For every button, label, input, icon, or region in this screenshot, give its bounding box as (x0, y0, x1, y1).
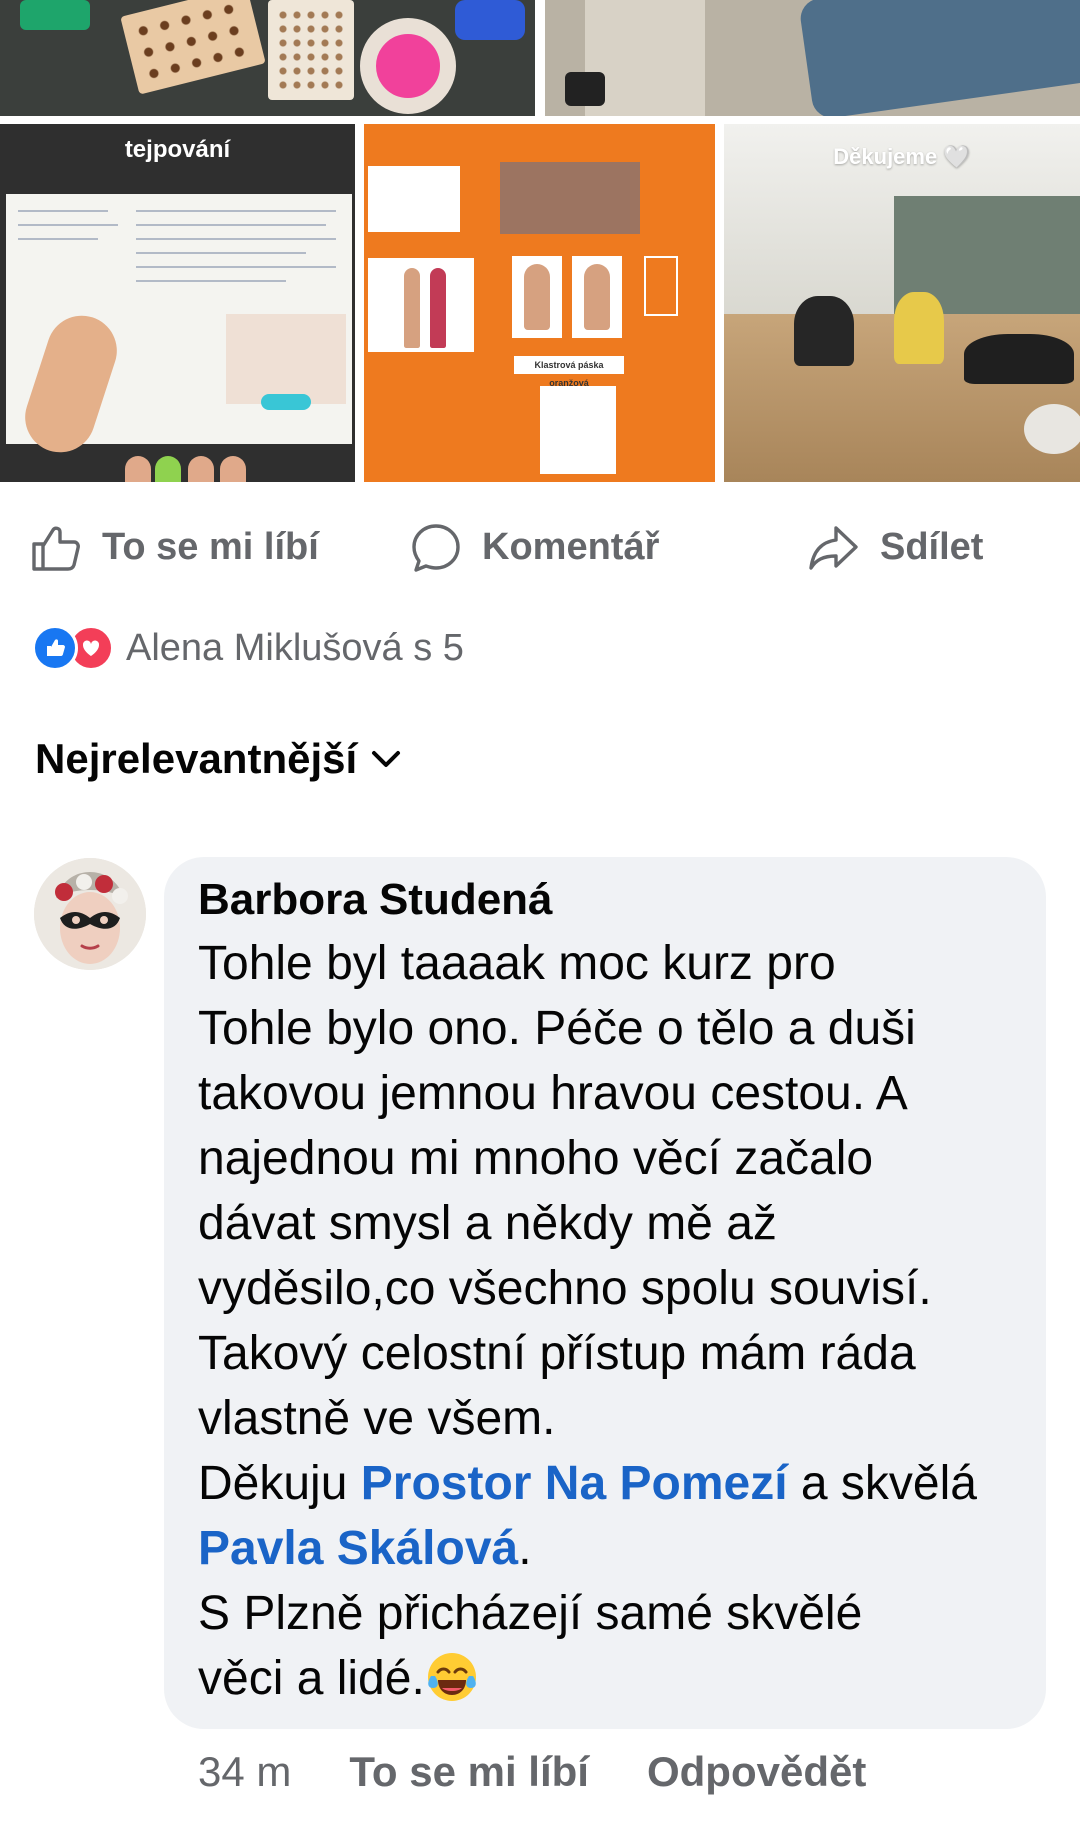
chevron-down-icon (372, 751, 401, 767)
comment-mention-line: Pavla Skálová. (198, 1516, 1012, 1581)
comment-author[interactable]: Barbora Studená (198, 873, 1012, 927)
klastr-label: Klastrová páska oranžová (514, 356, 624, 388)
comment-thanks-line: Děkuju Prostor Na Pomezí a skvělá (198, 1451, 1012, 1516)
share-arrow-icon (809, 525, 858, 570)
avatar-image (34, 858, 146, 970)
post-photo-workshop-room[interactable]: Děkujeme 🤍 (724, 124, 1080, 482)
participant-image (894, 292, 944, 364)
body-photo (226, 314, 346, 404)
like-button-label: To se mi líbí (102, 526, 319, 568)
post-photo-legs[interactable] (545, 0, 1080, 116)
comment-line: takovou jemnou hravou cestou. A (198, 1067, 908, 1120)
comment-line: Tohle byl taaaak moc kurz pro (198, 937, 836, 990)
reactions-summary[interactable]: Alena Miklušová s 5 (32, 620, 464, 676)
figure-outline-card (644, 256, 678, 316)
tape-sheet-image (120, 0, 266, 95)
body-diagram-card (368, 166, 460, 232)
mention-prostor-na-pomezi[interactable]: Prostor Na Pomezí (361, 1457, 788, 1510)
foot-drawing-card (540, 386, 616, 474)
sort-label: Nejrelevantnější (35, 735, 358, 782)
comment-line: S Plzně přicházejí samé skvělé (198, 1587, 863, 1640)
facebook-post: tejpování Klastrová páska oranžová Děkuj… (0, 0, 1080, 1847)
comment-button[interactable]: Komentář (408, 515, 659, 580)
comment-timestamp[interactable]: 34 m (198, 1748, 291, 1796)
comment-sort-dropdown[interactable]: Nejrelevantnější (35, 735, 405, 783)
participant-image (964, 334, 1074, 384)
pillow-image (1024, 404, 1080, 454)
comment-line: dávat smysl a někdy mě až (198, 1197, 777, 1250)
mention-pavla-skalova[interactable]: Pavla Skálová (198, 1522, 518, 1575)
mention-suffix: . (518, 1522, 532, 1575)
comment-last-line: věci a lidé. (198, 1646, 1012, 1711)
share-button-label: Sdílet (880, 526, 984, 568)
tape-roll-image (455, 0, 525, 40)
comment-line: najednou mi mnoho věcí začalo (198, 1132, 874, 1185)
photo-caption: Děkujeme 🤍 (833, 144, 971, 169)
like-button[interactable]: To se mi líbí (28, 515, 319, 580)
comment-line: vyděsilo,co všechno spolu souvisí. (198, 1262, 932, 1315)
poster-title: tejpování (124, 136, 231, 163)
post-photo-orange-board[interactable]: Klastrová páska oranžová (364, 124, 715, 482)
comment-bubble-icon (412, 523, 460, 572)
reactions-text: Alena Miklušová s 5 (126, 626, 464, 669)
massage-photo (500, 162, 640, 234)
back-photo-card (512, 256, 562, 338)
comment-line: Tohle bylo ono. Péče o tělo a duši (198, 1002, 916, 1055)
tape-roll-image (360, 18, 456, 114)
back-photo-card (572, 256, 622, 338)
face-with-tears-of-joy-icon (427, 1653, 476, 1701)
thanks-middle: a skvělá (787, 1457, 977, 1510)
comment-bubble: Barbora Studená Tohle byl taaaak moc kur… (164, 857, 1046, 1729)
comment-reply-button[interactable]: Odpovědět (647, 1748, 866, 1796)
comment-line: věci a lidé. (198, 1652, 425, 1705)
phone-image (565, 72, 605, 106)
worksheet-image (6, 194, 352, 462)
share-button[interactable]: Sdílet (806, 515, 983, 580)
tape-image (20, 0, 90, 30)
avatar[interactable] (34, 858, 146, 970)
jeans-image (798, 0, 1080, 116)
figures-card (368, 258, 474, 352)
post-photo-psychosomatic-poster[interactable]: tejpování (0, 124, 355, 482)
comment-line: vlastně ve všem. (198, 1392, 556, 1445)
comment-button-label: Komentář (482, 526, 660, 568)
blue-tape-image (261, 394, 311, 410)
like-reaction-icon (32, 625, 78, 671)
comment-line: Takový celostní přístup mám ráda (198, 1327, 916, 1380)
comment-footer: 34 m To se mi líbí Odpovědět (198, 1748, 866, 1796)
arm-photo (16, 306, 126, 462)
thumbs-up-icon (32, 526, 80, 571)
comment-like-button[interactable]: To se mi líbí (349, 1748, 589, 1796)
thanks-prefix: Děkuju (198, 1457, 361, 1510)
tape-sheet-image (268, 0, 354, 100)
participant-image (794, 296, 854, 366)
post-photo-tape-supplies[interactable] (0, 0, 535, 116)
comment-text: Tohle byl taaaak moc kurz pro Tohle bylo… (198, 931, 1012, 1711)
post-action-bar: To se mi líbí Komentář Sdílet (0, 515, 1080, 580)
